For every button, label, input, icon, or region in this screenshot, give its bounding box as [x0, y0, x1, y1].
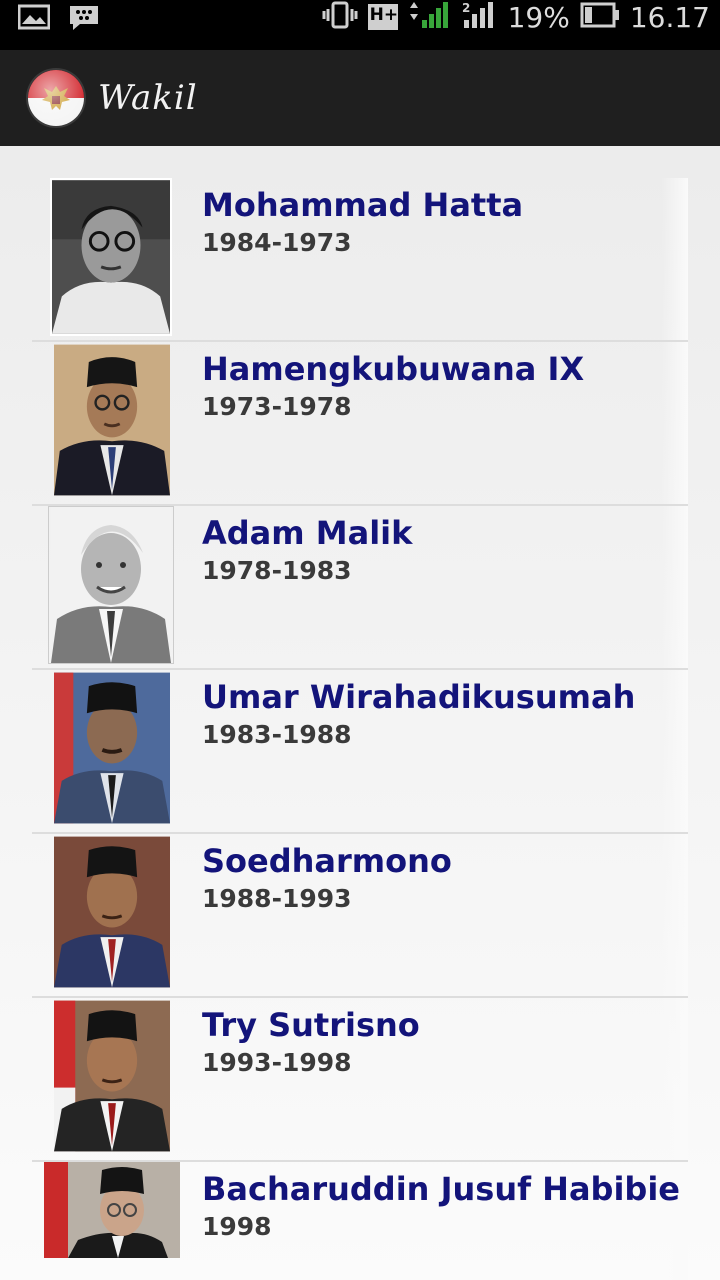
list-item[interactable]: Umar Wirahadikusumah 1983-1988 — [32, 670, 688, 834]
bbm-chat-icon — [68, 4, 100, 36]
list-item[interactable]: Bacharuddin Jusuf Habibie 1998 — [32, 1162, 688, 1280]
status-bar: H+ 2 19% 16.17 — [0, 0, 720, 50]
person-name: Try Sutrisno — [202, 1006, 420, 1044]
person-name: Bacharuddin Jusuf Habibie — [202, 1170, 680, 1208]
sim2-signal-icon: 2 — [462, 0, 498, 34]
person-name: Hamengkubuwana IX — [202, 350, 585, 388]
network-type-icon: H+ — [367, 4, 399, 30]
portrait-photo — [50, 178, 172, 336]
vibrate-icon — [322, 1, 358, 33]
list-item[interactable]: Try Sutrisno 1993-1998 — [32, 998, 688, 1162]
portrait-photo — [54, 834, 170, 990]
portrait-photo — [48, 506, 174, 664]
person-name: Soedharmono — [202, 842, 452, 880]
signal-icon — [408, 0, 452, 34]
list-item[interactable]: Soedharmono 1988-1993 — [32, 834, 688, 998]
app-title: Wakil — [98, 78, 198, 118]
person-name: Umar Wirahadikusumah — [202, 678, 636, 716]
list-item[interactable]: Adam Malik 1978-1983 — [32, 506, 688, 670]
image-icon — [17, 4, 51, 36]
person-name: Adam Malik — [202, 514, 413, 552]
person-name: Mohammad Hatta — [202, 186, 524, 224]
term-years: 1973-1978 — [202, 392, 352, 421]
content-area: Mohammad Hatta 1984-1973 Hamengkubuwana … — [0, 146, 720, 1280]
garuda-logo-icon[interactable] — [28, 70, 84, 126]
svg-text:2: 2 — [462, 1, 470, 15]
list-item[interactable]: Mohammad Hatta 1984-1973 — [32, 178, 688, 342]
term-years: 1993-1998 — [202, 1048, 352, 1077]
vice-president-list: Mohammad Hatta 1984-1973 Hamengkubuwana … — [32, 178, 688, 1280]
battery-icon — [580, 2, 620, 32]
term-years: 1978-1983 — [202, 556, 352, 585]
list-item[interactable]: Hamengkubuwana IX 1973-1978 — [32, 342, 688, 506]
portrait-photo — [54, 998, 170, 1154]
portrait-photo — [54, 670, 170, 826]
action-bar: Wakil — [0, 50, 720, 146]
portrait-photo — [44, 1162, 180, 1258]
term-years: 1984-1973 — [202, 228, 352, 257]
portrait-photo — [54, 342, 170, 498]
network-type-label: H+ — [369, 5, 399, 25]
clock: 16.17 — [629, 0, 710, 34]
term-years: 1998 — [202, 1212, 272, 1241]
battery-percent: 19% — [507, 0, 570, 34]
term-years: 1983-1988 — [202, 720, 352, 749]
term-years: 1988-1993 — [202, 884, 352, 913]
